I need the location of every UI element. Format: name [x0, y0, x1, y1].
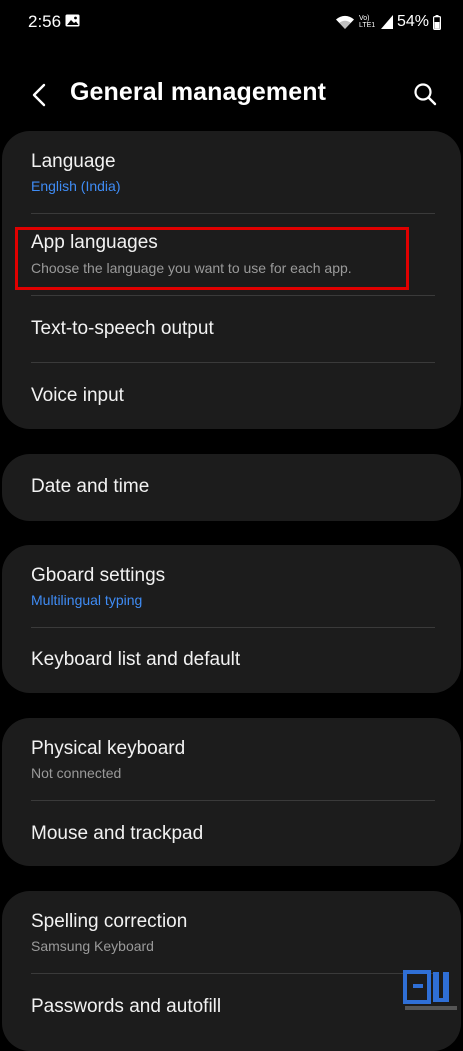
signal-icon — [380, 15, 393, 29]
lte-label: LTE1 — [358, 22, 376, 29]
battery-percentage: 54% — [396, 13, 429, 30]
volte-label: Vo) — [358, 15, 370, 22]
settings-group-keyboard: Gboard settings Multilingual typing Keyb… — [2, 545, 461, 693]
wifi-icon — [335, 15, 354, 29]
row-language[interactable]: Language English (India) — [2, 131, 461, 213]
back-button[interactable] — [24, 80, 54, 110]
row-title: Text-to-speech output — [31, 318, 214, 339]
status-bar: 2:56 Vo) LTE1 54% — [0, 0, 463, 44]
settings-group-date: Date and time — [2, 454, 461, 521]
battery-icon — [433, 14, 441, 30]
watermark-logo — [403, 970, 457, 1010]
row-text-to-speech[interactable]: Text-to-speech output — [2, 296, 461, 362]
row-title: Voice input — [31, 385, 124, 406]
gallery-notification-icon — [65, 14, 80, 27]
row-keyboard-list[interactable]: Keyboard list and default — [2, 628, 461, 693]
row-title: Passwords and autofill — [31, 996, 222, 1017]
search-icon — [414, 83, 437, 106]
row-title: Gboard settings — [31, 565, 166, 586]
settings-group-autofill: Spelling correction Samsung Keyboard Pas… — [2, 891, 461, 1051]
row-title: Date and time — [31, 476, 150, 497]
row-voice-input[interactable]: Voice input — [2, 363, 461, 429]
row-gboard-settings[interactable]: Gboard settings Multilingual typing — [2, 545, 461, 627]
row-title: Keyboard list and default — [31, 649, 241, 670]
row-date-and-time[interactable]: Date and time — [2, 454, 461, 521]
row-mouse-trackpad[interactable]: Mouse and trackpad — [2, 801, 461, 866]
row-physical-keyboard[interactable]: Physical keyboard Not connected — [2, 718, 461, 800]
highlight-annotation — [15, 227, 409, 290]
chevron-left-icon — [32, 83, 46, 107]
page-title: General management — [70, 78, 327, 106]
app-bar: General management — [0, 68, 463, 120]
row-title: Physical keyboard — [31, 738, 186, 759]
row-title: Language — [31, 151, 116, 172]
row-subtitle: Samsung Keyboard — [31, 938, 154, 954]
row-subtitle: Not connected — [31, 765, 122, 781]
row-title: Mouse and trackpad — [31, 823, 204, 844]
search-button[interactable] — [411, 80, 439, 108]
row-spelling-correction[interactable]: Spelling correction Samsung Keyboard — [2, 891, 461, 973]
volte-icon: Vo) LTE1 — [359, 15, 375, 29]
row-subtitle: Multilingual typing — [31, 592, 143, 608]
settings-group-input-devices: Physical keyboard Not connected Mouse an… — [2, 718, 461, 866]
status-time: 2:56 — [28, 12, 62, 31]
status-indicators: Vo) LTE1 54% — [335, 11, 441, 33]
row-title: Spelling correction — [31, 911, 188, 932]
row-subtitle: English (India) — [31, 178, 121, 194]
row-passwords-autofill[interactable]: Passwords and autofill — [2, 974, 461, 1044]
